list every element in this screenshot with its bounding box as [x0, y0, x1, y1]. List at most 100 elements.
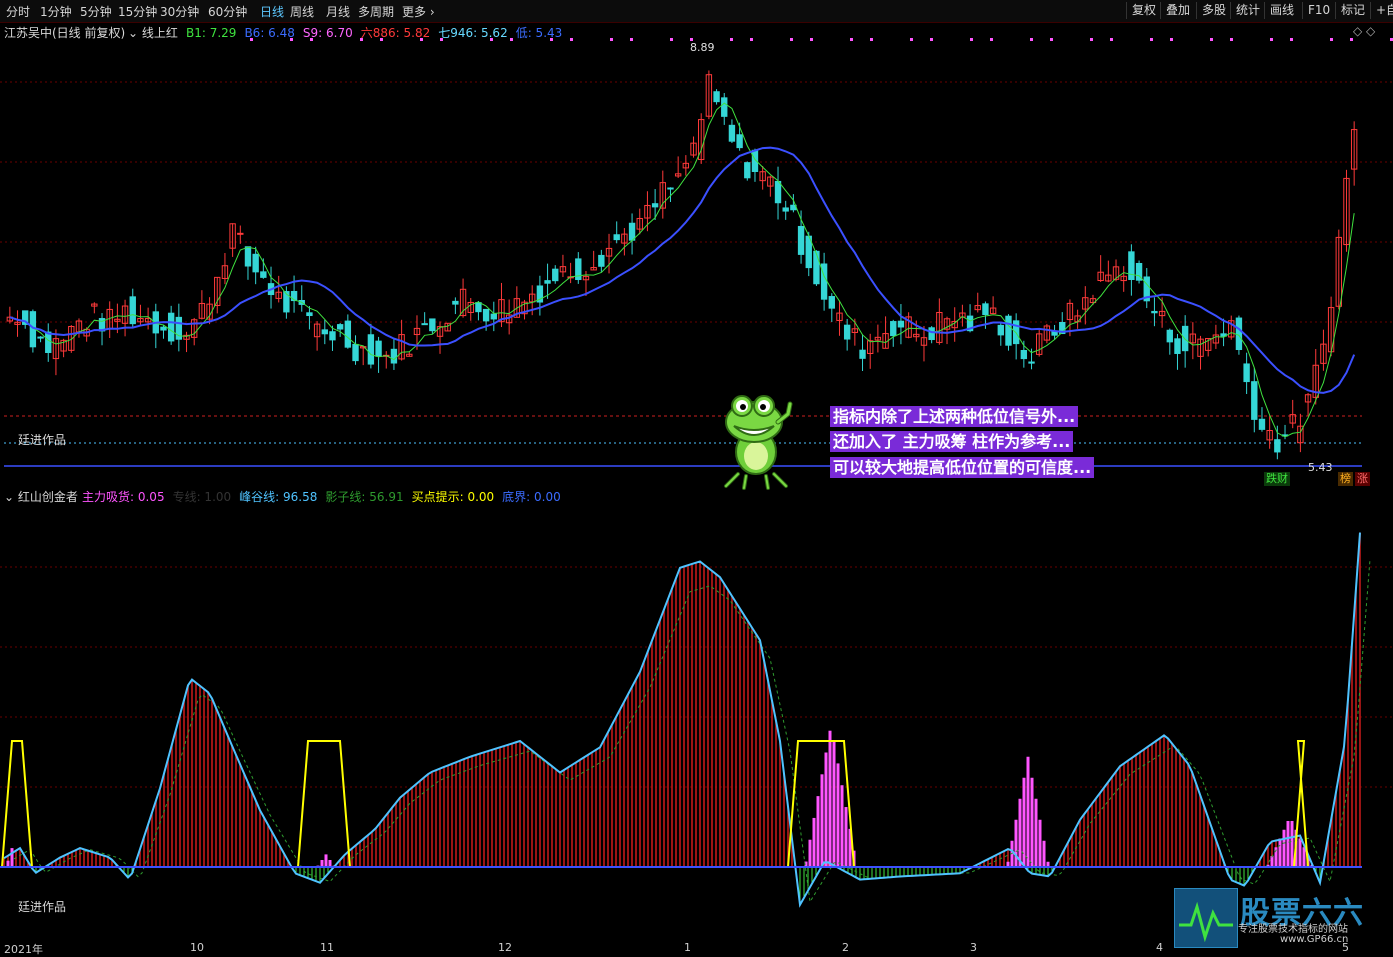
candle-body [129, 296, 136, 325]
settings-diamond-icon[interactable]: ◇ ◇ [1353, 24, 1375, 38]
signal-dot [1270, 38, 1273, 41]
period-tab-4[interactable]: 30分钟 [160, 3, 199, 20]
period-tab-9[interactable]: 多周期 [358, 3, 394, 20]
candle-body [982, 303, 989, 315]
toolbar-button-7[interactable]: +自 [1370, 2, 1393, 19]
signal-dot [910, 38, 913, 41]
indicator-value-3: 影子线: 56.91 [325, 490, 404, 504]
absorb-bar [1302, 847, 1306, 867]
candle-body [1174, 338, 1181, 354]
absorb-bar [324, 854, 328, 867]
gp66-logo-icon [1174, 888, 1238, 948]
time-axis-label-2: 11 [320, 941, 334, 954]
main-value-3: 六886: 5.82 [360, 26, 431, 40]
signal-dot [1050, 38, 1053, 41]
candle-body [329, 331, 336, 341]
period-tab-3[interactable]: 15分钟 [118, 3, 157, 20]
absorb-bar [1282, 829, 1286, 867]
period-toolbar: 分时 1分钟 5分钟 15分钟 30分钟 60分钟 日线 周线 月线 多周期 更多 › 复权 叠加 多股统… [0, 0, 1393, 23]
indicator-name: 线上红 [141, 26, 178, 40]
absorb-bar [1038, 819, 1042, 867]
absorb-bar [1270, 856, 1274, 867]
toolbar-button-5[interactable]: F10 [1302, 2, 1335, 19]
signal-dot [1110, 38, 1113, 41]
callout-line-3: 可以较大地提高低位位置的可信度... [830, 457, 1095, 478]
candle-body [490, 313, 497, 320]
period-tab-5[interactable]: 60分钟 [208, 3, 247, 20]
indicator-panel-name: 红山创金者 [17, 490, 78, 504]
absorb-bar [820, 774, 824, 867]
candle-body [997, 324, 1004, 336]
candle-body [1258, 418, 1266, 430]
candle-body [475, 302, 482, 313]
period-tab-8[interactable]: 月线 [326, 3, 350, 20]
absorb-bar [832, 741, 836, 867]
absorb-bar [828, 730, 832, 867]
candle-body [613, 234, 620, 241]
signal-dot [750, 38, 753, 41]
candle-body [482, 308, 490, 322]
low-price-label: 5.43 [1308, 461, 1333, 474]
period-tab-7[interactable]: 周线 [290, 3, 314, 20]
candle-body [390, 348, 398, 364]
signal-dot [1290, 38, 1293, 41]
signal-dot [810, 38, 813, 41]
absorb-bar [812, 817, 816, 867]
period-tab-10[interactable]: 更多 › [402, 3, 435, 20]
time-axis-label-4: 1 [684, 941, 691, 954]
period-tab-0[interactable]: 分时 [6, 3, 30, 20]
signal-dot [870, 38, 873, 41]
signal-dot [850, 38, 853, 41]
callout-line-2: 还加入了 主力吸筹 柱作为参考... [830, 431, 1074, 452]
absorb-bar [1290, 820, 1294, 867]
absorb-bar [1286, 820, 1290, 867]
candle-body [859, 349, 866, 359]
rank-badge: 榜 [1338, 472, 1353, 486]
signal-dot [1030, 38, 1033, 41]
candle-body [843, 324, 851, 340]
candle-body [782, 207, 789, 212]
toolbar-button-3[interactable]: 统计 [1230, 2, 1265, 19]
indicator-panel-title[interactable]: ⌄ 红山创金者 [4, 488, 78, 505]
absorb-bar [836, 763, 840, 867]
rise-badge: 涨 [1355, 472, 1370, 486]
time-axis-label-5: 2 [842, 941, 849, 954]
chevron-down-icon: ⌄ [4, 490, 15, 504]
absorb-bar [1034, 798, 1038, 867]
candle-body [774, 180, 782, 204]
toolbar-button-4[interactable]: 画线 [1264, 2, 1299, 19]
frog-mascot-icon [724, 395, 793, 490]
candle-body [651, 203, 659, 208]
candle-body [928, 327, 935, 341]
period-tab-6[interactable]: 日线 [260, 3, 284, 20]
candle-body [367, 334, 375, 365]
toolbar-button-6[interactable]: 标记 [1335, 2, 1370, 19]
candle-body [1028, 361, 1035, 364]
indicator-dropdown[interactable]: ⌄ 线上红 [128, 24, 178, 41]
period-tab-1[interactable]: 1分钟 [40, 3, 72, 20]
stock-title: 江苏吴中(日线 前复权) [4, 26, 126, 40]
time-axis-label-7: 4 [1156, 941, 1163, 954]
signal-dot [670, 38, 673, 41]
candle-body [260, 271, 267, 278]
time-axis-label-6: 3 [970, 941, 977, 954]
period-tab-2[interactable]: 5分钟 [80, 3, 112, 20]
toolbar-button-1[interactable]: 叠加 [1160, 2, 1195, 19]
candle-body [352, 343, 359, 362]
candle-body [797, 225, 805, 255]
candle-body [1166, 329, 1173, 343]
toolbar-button-0[interactable]: 复权 [1126, 2, 1161, 19]
main-value-0: B1: 7.29 [186, 26, 237, 40]
absorb-bar [1278, 838, 1282, 867]
candle-body [1151, 310, 1158, 314]
logo-slogan: 专注股票技术指标的网站 [1238, 924, 1348, 935]
signal-dot [970, 38, 973, 41]
candle-body [598, 254, 605, 267]
candle-body [1005, 315, 1012, 346]
toolbar-button-2[interactable]: 多股 [1196, 2, 1231, 19]
absorb-bar [320, 860, 324, 867]
signal-dot [1170, 38, 1173, 41]
candle-body [1020, 349, 1028, 360]
drop-badge: 跌财 [1264, 472, 1290, 486]
signal-dot [1330, 38, 1333, 41]
